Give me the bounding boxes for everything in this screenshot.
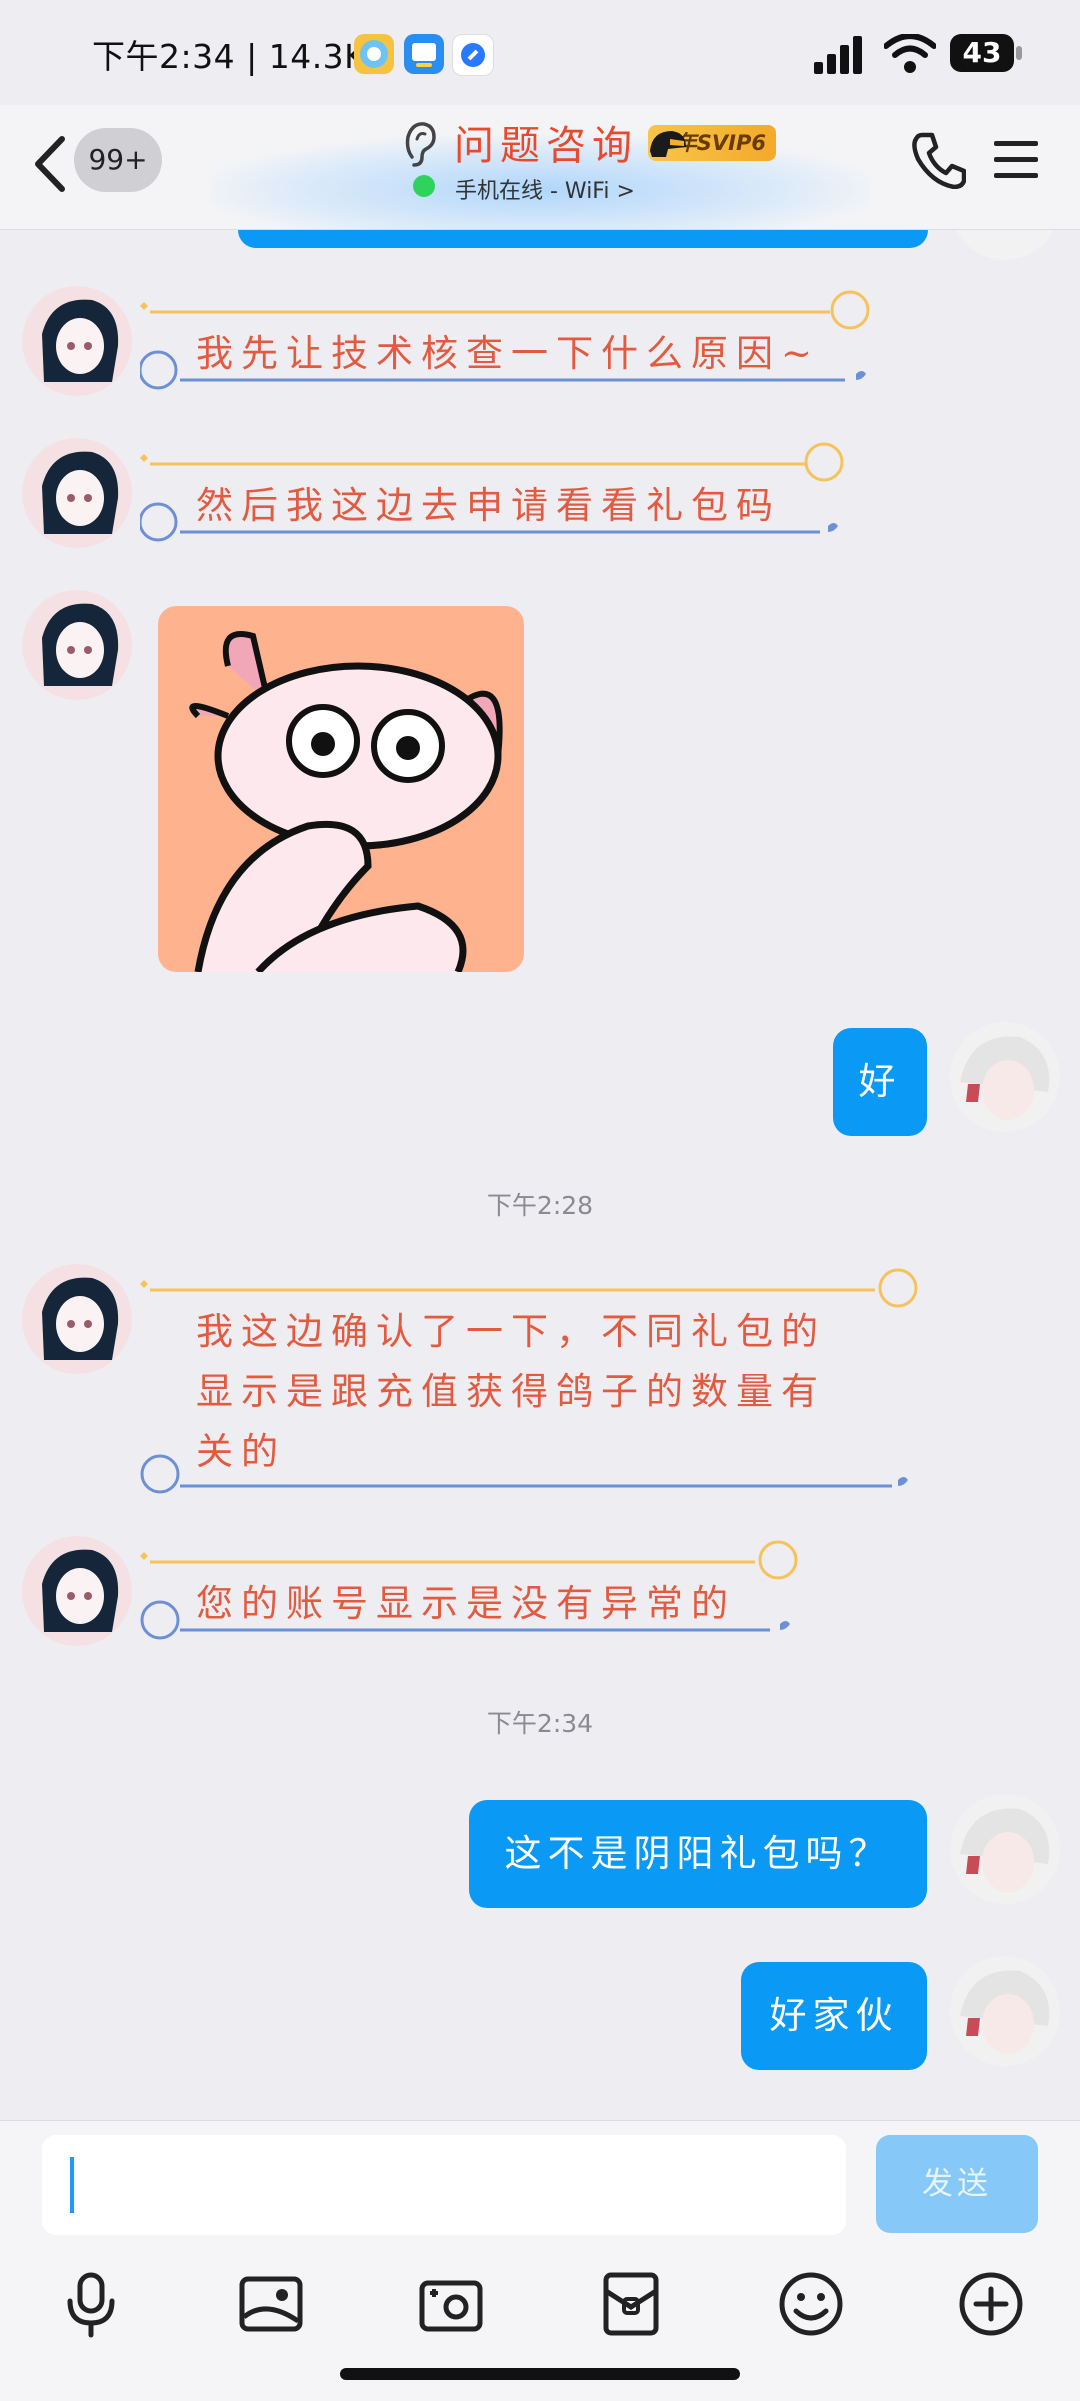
plus-icon[interactable] <box>956 2269 1026 2339</box>
app-notification-icon <box>354 34 394 74</box>
battery-tip <box>1016 46 1022 60</box>
back-icon[interactable] <box>30 133 72 195</box>
ear-icon <box>405 122 436 167</box>
message-input[interactable] <box>42 2135 846 2235</box>
battery-level: 43 <box>962 36 1002 69</box>
home-indicator[interactable] <box>340 2368 740 2380</box>
input-bar: 发送 <box>0 2120 1080 2401</box>
message-text-line[interactable]: 显示是跟充值获得鸽子的数量有 <box>196 1362 826 1422</box>
menu-icon[interactable] <box>992 139 1040 179</box>
message-bubble[interactable]: 好 <box>833 1028 927 1136</box>
message-text-line[interactable]: 我这边确认了一下，不同礼包的 <box>196 1302 826 1362</box>
helmet-icon <box>650 131 686 157</box>
image-icon[interactable] <box>236 2269 306 2339</box>
message-text[interactable]: 我先让技术核查一下什么原因~ <box>196 324 820 384</box>
text-caret <box>70 2157 74 2213</box>
emoji-icon[interactable] <box>776 2269 846 2339</box>
self-avatar[interactable] <box>950 1022 1060 1132</box>
camera-icon[interactable] <box>416 2269 486 2339</box>
message-text-line[interactable]: 关的 <box>196 1422 286 1482</box>
chat-message-list[interactable]: 我先让技术核查一下什么原因~ 然后我这边去申请看看礼包码 好 下午2:28 我这… <box>0 230 1080 2120</box>
status-time: 下午2:34 | 14.3K <box>92 37 367 76</box>
axolotl-sticker[interactable] <box>158 606 524 972</box>
message-bubble[interactable]: 好家伙 <box>741 1962 927 2070</box>
wifi-icon <box>884 34 936 73</box>
self-avatar[interactable] <box>950 1794 1060 1904</box>
chat-header: 99+ 问题咨询 年SVIP6 手机在线 - WiFi > <box>0 105 1080 245</box>
contact-avatar[interactable] <box>22 438 132 548</box>
signal-icon <box>814 36 862 74</box>
red-packet-icon[interactable] <box>596 2269 666 2339</box>
online-status[interactable]: 手机在线 - WiFi > <box>455 173 635 205</box>
contact-avatar[interactable] <box>22 1536 132 1646</box>
status-bar: 下午2:34 | 14.3K 43 <box>0 0 1080 105</box>
app-notification-icon <box>452 34 494 76</box>
message-bubble-partial[interactable] <box>238 230 928 248</box>
contact-avatar[interactable] <box>22 286 132 396</box>
message-text[interactable]: 您的账号显示是没有异常的 <box>196 1574 736 1634</box>
app-notification-icon <box>404 34 444 74</box>
self-avatar[interactable] <box>950 230 1060 260</box>
microphone-icon[interactable] <box>56 2269 126 2339</box>
timestamp-separator: 下午2:28 <box>486 1191 594 1220</box>
send-button[interactable]: 发送 <box>876 2135 1038 2233</box>
online-status-dot <box>413 175 435 197</box>
contact-avatar[interactable] <box>22 1264 132 1374</box>
message-text[interactable]: 然后我这边去申请看看礼包码 <box>196 476 781 536</box>
contact-avatar[interactable] <box>22 590 132 700</box>
timestamp-separator: 下午2:34 <box>486 1709 594 1738</box>
phone-icon[interactable] <box>910 129 966 189</box>
self-avatar[interactable] <box>950 1956 1060 2066</box>
unread-count-badge[interactable]: 99+ <box>74 128 162 192</box>
message-bubble[interactable]: 这不是阴阳礼包吗？ <box>469 1800 927 1908</box>
battery-icon: 43 <box>950 34 1014 72</box>
chat-title[interactable]: 问题咨询 <box>454 113 638 171</box>
